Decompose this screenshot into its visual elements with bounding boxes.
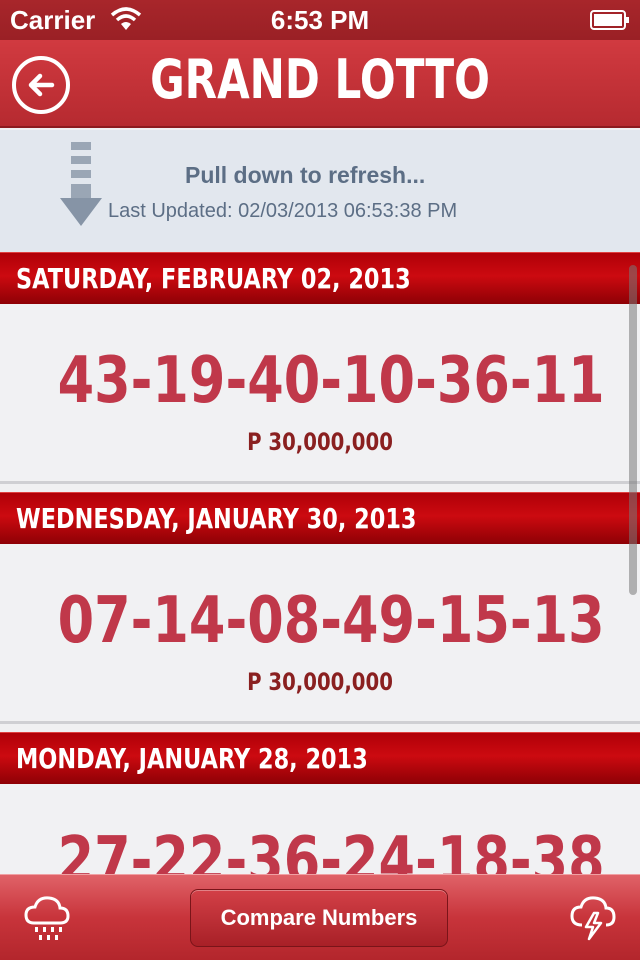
navigation-bar: GRAND LOTTO	[0, 40, 640, 128]
battery-icon	[590, 10, 629, 30]
winning-numbers: 43-19-40-10-36-11	[57, 344, 605, 418]
draw-date-header: MONDAY, JANUARY 28, 2013	[0, 732, 640, 784]
draw-date: MONDAY, JANUARY 28, 2013	[16, 742, 368, 775]
draw-date: WEDNESDAY, JANUARY 30, 2013	[16, 502, 417, 535]
pull-down-arrow-icon	[60, 142, 102, 226]
jackpot-prize: P 30,000,000	[247, 428, 393, 456]
back-arrow-icon	[28, 73, 55, 97]
draw-date-header: WEDNESDAY, JANUARY 30, 2013	[0, 492, 640, 544]
status-time: 6:53 PM	[270, 5, 370, 35]
bottom-toolbar: Compare Numbers	[0, 874, 640, 960]
last-updated-label: Last Updated: 02/03/2013 06:53:38 PM	[108, 200, 458, 222]
draw-result-card[interactable]: 27-22-36-24-18-38	[0, 784, 640, 874]
draw-result-card[interactable]: 07-14-08-49-15-13 P 30,000,000	[0, 544, 640, 724]
rain-cloud-icon[interactable]	[22, 893, 72, 943]
draw-date: SATURDAY, FEBRUARY 02, 2013	[16, 262, 411, 295]
storm-cloud-icon[interactable]	[568, 893, 618, 943]
winning-numbers: 07-14-08-49-15-13	[57, 584, 605, 658]
jackpot-prize: P 30,000,000	[247, 668, 393, 696]
draw-results-list[interactable]: Pull down to refresh... Last Updated: 02…	[0, 130, 640, 874]
scroll-indicator[interactable]	[629, 265, 637, 595]
status-bar: Carrier 6:53 PM	[0, 0, 640, 40]
draw-date-header: SATURDAY, FEBRUARY 02, 2013	[0, 252, 640, 304]
page-title: GRAND LOTTO	[150, 48, 490, 111]
draw-result-card[interactable]: 43-19-40-10-36-11 P 30,000,000	[0, 304, 640, 484]
pull-to-refresh[interactable]: Pull down to refresh... Last Updated: 02…	[0, 130, 640, 252]
back-button[interactable]	[12, 56, 70, 114]
compare-numbers-button[interactable]: Compare Numbers	[190, 889, 448, 947]
winning-numbers: 27-22-36-24-18-38	[57, 824, 605, 874]
refresh-title: Pull down to refresh...	[185, 162, 426, 188]
